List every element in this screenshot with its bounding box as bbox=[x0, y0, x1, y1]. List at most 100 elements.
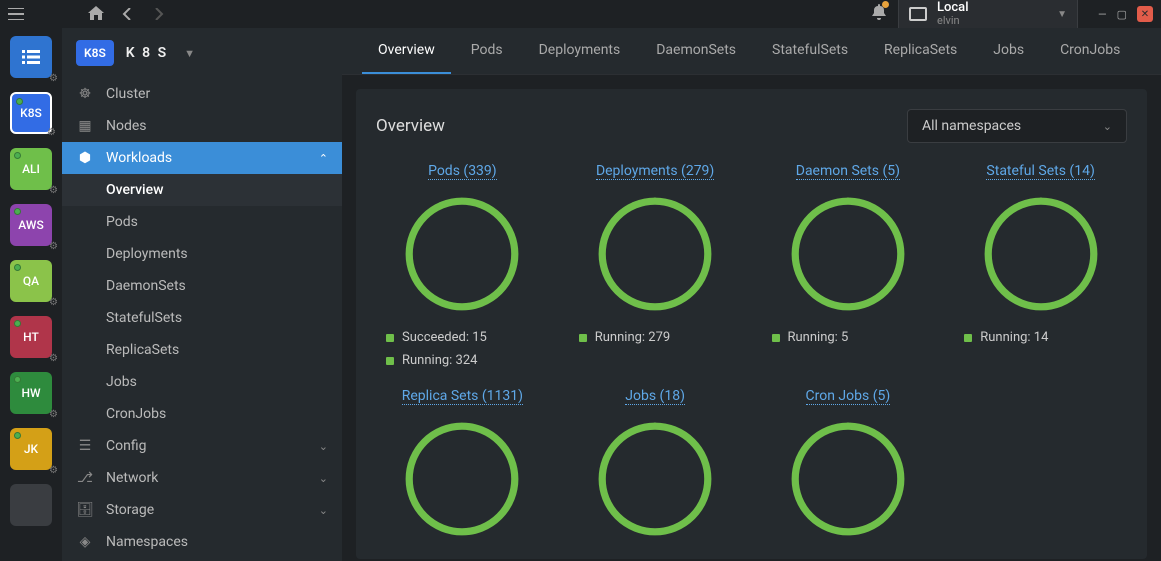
legend-succeeded: Succeeded: 15 bbox=[386, 330, 487, 345]
sidebar-item-nodes[interactable]: ▦Nodes bbox=[62, 110, 342, 142]
card-title-replicasets[interactable]: Replica Sets (1131) bbox=[402, 388, 523, 405]
card-deployments: Deployments (279) Running: 279 bbox=[569, 163, 742, 368]
helm-icon: ☸ bbox=[76, 86, 94, 102]
cronjobs-ring-chart bbox=[788, 419, 908, 539]
sidebar-badge: K8S bbox=[76, 40, 114, 66]
deployments-ring-chart bbox=[595, 194, 715, 314]
gear-icon: ⚙ bbox=[49, 353, 58, 364]
network-icon: ⎇ bbox=[76, 470, 94, 486]
home-icon[interactable] bbox=[88, 5, 104, 24]
overview-panel: Overview All namespaces ⌄ Pods (339) Suc… bbox=[356, 89, 1147, 559]
gear-icon: ⚙ bbox=[49, 241, 58, 252]
card-statefulsets: Stateful Sets (14) Running: 14 bbox=[954, 163, 1127, 368]
bell-icon[interactable] bbox=[872, 4, 886, 24]
close-button[interactable]: ✕ bbox=[1137, 6, 1153, 22]
sidebar-item-cluster[interactable]: ☸Cluster bbox=[62, 78, 342, 110]
panel-title: Overview bbox=[376, 116, 445, 136]
nodes-icon: ▦ bbox=[76, 118, 94, 134]
sidebar-title: K 8 S bbox=[126, 45, 168, 61]
rail-item-aws[interactable]: AWS⚙ bbox=[10, 204, 52, 246]
card-jobs: Jobs (18) bbox=[569, 388, 742, 539]
monitor-icon bbox=[909, 7, 927, 21]
sidebar-item-config[interactable]: ☰Config⌄ bbox=[62, 430, 342, 462]
sidebar-sub-deployments[interactable]: Deployments bbox=[62, 238, 342, 270]
sidebar: K8S K 8 S ▼ ☸Cluster ▦Nodes ⬢Workloads⌃ … bbox=[62, 28, 342, 561]
card-daemonsets: Daemon Sets (5) Running: 5 bbox=[762, 163, 935, 368]
replicasets-ring-chart bbox=[402, 419, 522, 539]
card-cronjobs: Cron Jobs (5) bbox=[762, 388, 935, 539]
legend-running: Running: 5 bbox=[772, 330, 849, 345]
rail-catalog[interactable]: ⚙ bbox=[10, 36, 52, 78]
storage-icon: 🗄 bbox=[76, 502, 94, 518]
gear-icon: ⚙ bbox=[49, 297, 58, 308]
card-title-statefulsets[interactable]: Stateful Sets (14) bbox=[986, 163, 1094, 180]
tab-replicasets[interactable]: ReplicaSets bbox=[868, 28, 973, 74]
statefulsets-ring-chart bbox=[981, 194, 1101, 314]
chevron-down-icon: ▼ bbox=[1057, 9, 1067, 20]
menu-icon[interactable] bbox=[8, 5, 28, 24]
sidebar-sub-statefulsets[interactable]: StatefulSets bbox=[62, 302, 342, 334]
notification-dot bbox=[882, 1, 889, 8]
legend-running: Running: 324 bbox=[386, 353, 487, 368]
legend-running: Running: 279 bbox=[579, 330, 670, 345]
sidebar-sub-jobs[interactable]: Jobs bbox=[62, 366, 342, 398]
sidebar-header[interactable]: K8S K 8 S ▼ bbox=[62, 28, 342, 78]
tab-overview[interactable]: Overview bbox=[362, 28, 451, 74]
tab-daemonsets[interactable]: DaemonSets bbox=[640, 28, 752, 74]
sidebar-item-workloads[interactable]: ⬢Workloads⌃ bbox=[62, 142, 342, 174]
back-icon[interactable] bbox=[122, 5, 134, 24]
sidebar-item-network[interactable]: ⎇Network⌄ bbox=[62, 462, 342, 494]
tab-deployments[interactable]: Deployments bbox=[523, 28, 637, 74]
tab-jobs[interactable]: Jobs bbox=[977, 28, 1040, 74]
chevron-down-icon: ⌄ bbox=[319, 440, 328, 453]
sidebar-sub-overview[interactable]: Overview bbox=[62, 174, 342, 206]
minimize-button[interactable]: — bbox=[1098, 8, 1107, 21]
card-title-jobs[interactable]: Jobs (18) bbox=[625, 388, 685, 405]
namespace-select[interactable]: All namespaces ⌄ bbox=[907, 109, 1127, 143]
cluster-name: Local bbox=[937, 1, 969, 15]
namespaces-icon: ◈ bbox=[76, 534, 94, 550]
gear-icon: ⚙ bbox=[49, 409, 58, 420]
tab-pods[interactable]: Pods bbox=[455, 28, 519, 74]
chevron-down-icon: ⌄ bbox=[319, 472, 328, 485]
rail-item-more[interactable] bbox=[10, 484, 52, 526]
jobs-ring-chart bbox=[595, 419, 715, 539]
sidebar-item-namespaces[interactable]: ◈Namespaces bbox=[62, 526, 342, 558]
maximize-button[interactable]: ▢ bbox=[1117, 8, 1127, 21]
rail-item-jk[interactable]: JK⚙ bbox=[10, 428, 52, 470]
tab-cronjobs[interactable]: CronJobs bbox=[1044, 28, 1136, 74]
rail-item-k8s[interactable]: K8S⚙ bbox=[10, 92, 52, 134]
rail-item-hw[interactable]: HW⚙ bbox=[10, 372, 52, 414]
card-title-cronjobs[interactable]: Cron Jobs (5) bbox=[806, 388, 891, 405]
chevron-down-icon: ⌄ bbox=[319, 504, 328, 517]
rail-item-qa[interactable]: QA⚙ bbox=[10, 260, 52, 302]
gear-icon: ⚙ bbox=[49, 465, 58, 476]
card-title-daemonsets[interactable]: Daemon Sets (5) bbox=[796, 163, 900, 180]
gear-icon: ⚙ bbox=[49, 185, 58, 196]
daemonsets-ring-chart bbox=[788, 194, 908, 314]
card-title-deployments[interactable]: Deployments (279) bbox=[596, 163, 714, 180]
tab-statefulsets[interactable]: StatefulSets bbox=[756, 28, 864, 74]
gear-icon: ⚙ bbox=[47, 127, 56, 138]
forward-icon[interactable] bbox=[152, 5, 164, 24]
cluster-user: elvin bbox=[937, 15, 969, 27]
workloads-icon: ⬢ bbox=[76, 150, 94, 166]
chevron-down-icon: ▼ bbox=[184, 47, 195, 60]
tabs: Overview Pods Deployments DaemonSets Sta… bbox=[342, 28, 1161, 75]
legend-running: Running: 14 bbox=[964, 330, 1048, 345]
titlebar: Local elvin ▼ — ▢ ✕ bbox=[0, 0, 1161, 28]
pods-ring-chart bbox=[402, 194, 522, 314]
sidebar-sub-replicasets[interactable]: ReplicaSets bbox=[62, 334, 342, 366]
rail-item-ali[interactable]: ALI⚙ bbox=[10, 148, 52, 190]
card-replicasets: Replica Sets (1131) bbox=[376, 388, 549, 539]
cluster-rail: ⚙ K8S⚙ ALI⚙ AWS⚙ QA⚙ HT⚙ HW⚙ JK⚙ bbox=[0, 28, 62, 561]
config-icon: ☰ bbox=[76, 438, 94, 454]
card-title-pods[interactable]: Pods (339) bbox=[428, 163, 497, 180]
sidebar-item-storage[interactable]: 🗄Storage⌄ bbox=[62, 494, 342, 526]
sidebar-sub-pods[interactable]: Pods bbox=[62, 206, 342, 238]
sidebar-sub-cronjobs[interactable]: CronJobs bbox=[62, 398, 342, 430]
card-pods: Pods (339) Succeeded: 15 Running: 324 bbox=[376, 163, 549, 368]
rail-item-ht[interactable]: HT⚙ bbox=[10, 316, 52, 358]
sidebar-sub-daemonsets[interactable]: DaemonSets bbox=[62, 270, 342, 302]
content-area: Overview Pods Deployments DaemonSets Sta… bbox=[342, 28, 1161, 561]
